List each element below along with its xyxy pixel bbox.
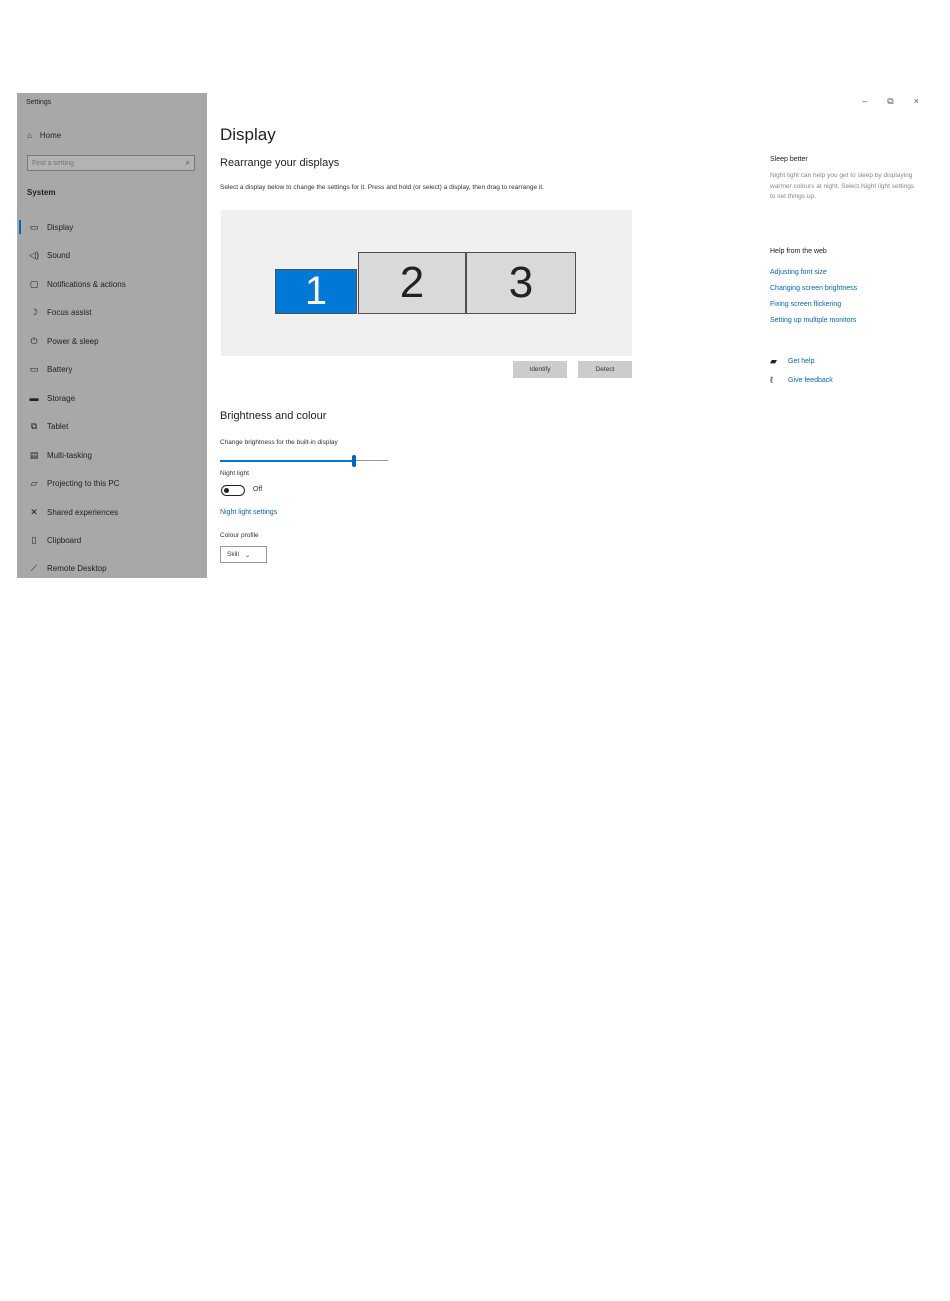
dropdown-value: Skill [227, 551, 239, 558]
search-icon: ⌕ [185, 158, 190, 167]
night-light-label: Night light [220, 470, 249, 477]
sidebar-item-label: Tablet [47, 421, 69, 431]
window-controls: – ⧉ × [862, 96, 919, 107]
slider-fill [220, 460, 354, 462]
give-feedback-link[interactable]: Give feedback [788, 377, 833, 384]
sleep-text: Night light can help you get to sleep by… [770, 172, 915, 200]
sidebar-item-home[interactable]: ⌂ Home [27, 131, 61, 140]
rearrange-description: Select a display below to change the set… [220, 184, 544, 191]
speaker-icon: ◁) [29, 249, 39, 260]
storage-icon: ▬ [29, 393, 39, 403]
monitor-number: 3 [508, 258, 534, 307]
brightness-heading: Brightness and colour [220, 410, 327, 422]
sidebar-item-battery[interactable]: ▭ Battery [17, 359, 207, 379]
brightness-slider[interactable] [220, 455, 388, 467]
monitor-3[interactable]: 3 [466, 252, 576, 314]
brightness-slider-label: Change brightness for the built-in displ… [220, 439, 338, 446]
sidebar-item-label: Focus assist [47, 307, 92, 317]
display-arrangement-area: 1 2 3 [221, 210, 632, 356]
sidebar-item-projecting[interactable]: ▱ Projecting to this PC [17, 473, 207, 493]
sidebar-item-sound[interactable]: ◁) Sound [17, 245, 207, 265]
help-link-multiple-monitors[interactable]: Setting up multiple monitors [770, 317, 856, 324]
sidebar-item-label: Remote Desktop [47, 563, 107, 573]
sidebar-item-display[interactable]: ▭ Display [17, 217, 207, 237]
sidebar-item-clipboard[interactable]: ▯ Clipboard [17, 530, 207, 550]
sidebar-item-tablet[interactable]: ⧉ Tablet [17, 416, 207, 436]
power-icon: ⏻ [30, 335, 38, 346]
colour-profile-label: Colour profile [220, 532, 259, 539]
notification-icon: ▢ [29, 278, 39, 289]
help-heading: Help from the web [770, 248, 827, 255]
get-help-link[interactable]: Get help [788, 358, 814, 365]
page-title: Display [220, 125, 276, 144]
sidebar-section-title: System [27, 188, 56, 197]
sidebar-item-label: Shared experiences [47, 507, 119, 517]
close-button[interactable]: × [914, 96, 919, 107]
night-light-settings-link[interactable]: Night light settings [220, 509, 277, 516]
multitasking-icon: ▤ [29, 449, 39, 460]
home-icon: ⌂ [27, 131, 32, 140]
sidebar-item-shared-experiences[interactable]: ✕ Shared experiences [17, 502, 207, 522]
settings-window: Settings ⌂ Home ⌕ System ▭ Display ◁) So… [17, 93, 933, 578]
chat-help-icon: ▰ [770, 356, 777, 366]
tablet-icon: ⧉ [30, 420, 38, 431]
minimize-button[interactable]: – [862, 96, 867, 107]
help-link-flickering[interactable]: Fixing screen flickering [770, 301, 841, 308]
night-light-state: Off [253, 486, 263, 493]
toggle-knob [224, 487, 229, 493]
restore-button[interactable]: ⧉ [887, 96, 893, 107]
rearrange-heading: Rearrange your displays [220, 157, 340, 169]
detect-button[interactable]: Detect [578, 361, 632, 378]
help-link-brightness[interactable]: Changing screen brightness [770, 285, 857, 292]
slider-thumb[interactable] [352, 455, 356, 467]
monitor-1[interactable]: 1 [275, 269, 357, 314]
remote-desktop-icon: ⟋ [30, 562, 38, 573]
shared-icon: ✕ [30, 506, 38, 517]
clipboard-icon: ▯ [31, 534, 37, 545]
sidebar-item-label: Storage [47, 393, 76, 403]
sidebar: Settings ⌂ Home ⌕ System ▭ Display ◁) So… [17, 93, 207, 578]
sidebar-item-power[interactable]: ⏻ Power & sleep [17, 331, 207, 351]
sidebar-item-label: Notifications & actions [47, 279, 126, 289]
feedback-icon: ℓ [770, 375, 773, 385]
battery-icon: ▭ [29, 363, 39, 374]
search-box[interactable]: ⌕ [27, 155, 195, 171]
sidebar-item-label: Battery [47, 364, 73, 374]
monitor-number: 2 [399, 258, 425, 307]
projecting-icon: ▱ [30, 477, 38, 488]
sidebar-item-remote-desktop[interactable]: ⟋ Remote Desktop [17, 558, 207, 578]
sidebar-item-label: Display [47, 222, 74, 232]
chevron-down-icon: ⌄ [244, 551, 251, 559]
sleep-heading: Sleep better [770, 156, 808, 163]
monitor-icon: ▭ [29, 221, 39, 232]
monitor-2[interactable]: 2 [358, 252, 466, 314]
sidebar-item-multitasking[interactable]: ▤ Multi-tasking [17, 445, 207, 465]
colour-profile-dropdown[interactable]: Skill ⌄ [220, 546, 267, 563]
sidebar-item-focus-assist[interactable]: ☽ Focus assist [17, 302, 207, 322]
sidebar-item-notifications[interactable]: ▢ Notifications & actions [17, 274, 207, 294]
sidebar-item-label: Multi-tasking [47, 450, 92, 460]
sidebar-item-label: Clipboard [47, 535, 82, 545]
identify-button[interactable]: Identify [513, 361, 567, 378]
sidebar-item-storage[interactable]: ▬ Storage [17, 388, 207, 408]
help-link-font-size[interactable]: Adjusting font size [770, 269, 827, 276]
window-title: Settings [26, 99, 52, 106]
sidebar-item-label: Power & sleep [47, 336, 99, 346]
sidebar-item-label: Sound [47, 250, 71, 260]
sidebar-item-label: Projecting to this PC [47, 478, 120, 488]
night-light-toggle[interactable] [221, 485, 245, 496]
search-input[interactable] [32, 156, 172, 170]
moon-icon: ☽ [29, 306, 39, 317]
give-feedback-action[interactable]: ℓ Give feedback [770, 375, 833, 385]
monitor-number: 1 [304, 269, 328, 313]
get-help-action[interactable]: ▰ Get help [770, 356, 814, 367]
sidebar-item-label: Home [39, 131, 62, 140]
